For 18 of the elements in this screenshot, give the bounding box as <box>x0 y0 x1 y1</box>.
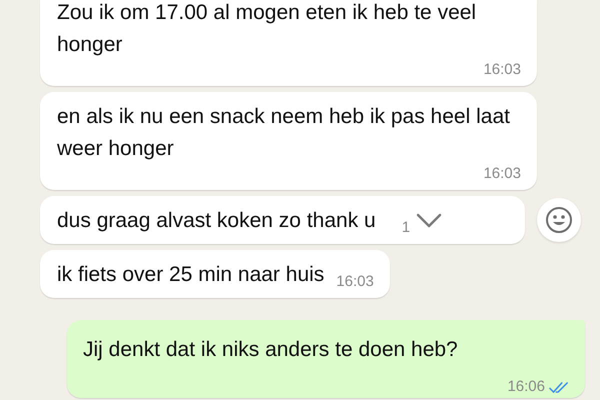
message-time: 16:03 <box>483 61 521 79</box>
chevron-down-icon[interactable] <box>416 213 442 229</box>
message-text: ik fiets over 25 min naar huis <box>57 262 324 288</box>
message-text: en als ik nu een snack neem heb ik pas heel laat weer honger <box>57 104 511 162</box>
message-time: 16:03 <box>483 165 521 183</box>
emoji-button[interactable] <box>537 198 581 242</box>
message-bubble[interactable]: dus graag alvast koken zo thank u 1 <box>40 196 525 244</box>
message-text: dus graag alvast koken zo thank u <box>57 208 376 234</box>
message-text: Zou ik om 17.00 al mogen eten ik heb te veel honger <box>57 0 478 58</box>
message-bubble[interactable]: en als ik nu een snack neem heb ik pas heel laat weer honger 16:03 <box>40 92 537 190</box>
message-text: Jij denkt dat ik niks anders te doen heb? <box>83 337 459 363</box>
message-time: 16:06 <box>507 378 545 396</box>
message-time: 1 <box>402 219 410 237</box>
message-bubble[interactable]: ik fiets over 25 min naar huis 16:03 <box>40 250 390 298</box>
message-bubble[interactable]: Jij denkt dat ik niks anders te doen heb? 16:06 <box>67 320 585 398</box>
smiley-icon <box>544 205 574 235</box>
message-bubble[interactable]: Zou ik om 17.00 al mogen eten ik heb te veel honger 16:03 <box>40 0 537 86</box>
message-time: 16:03 <box>336 273 374 291</box>
